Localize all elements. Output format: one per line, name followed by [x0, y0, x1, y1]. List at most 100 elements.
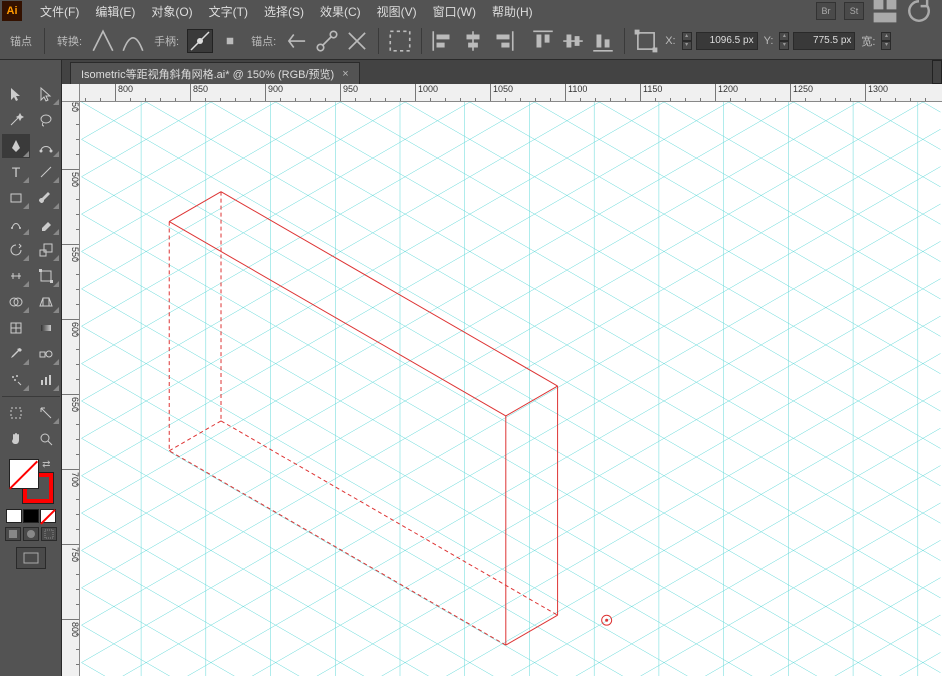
handle-hide-icon[interactable]	[217, 29, 243, 53]
symbol-sprayer-tool[interactable]	[2, 368, 30, 392]
remove-anchor-icon[interactable]	[284, 29, 310, 53]
cut-path-icon[interactable]	[344, 29, 370, 53]
tools-panel: T ⇄	[0, 60, 62, 676]
ruler-tick: 1000	[415, 84, 438, 102]
mesh-tool[interactable]	[2, 316, 30, 340]
artboard-tool[interactable]	[2, 401, 30, 425]
canvas-wrap: 7508008509009501000105011001150120012501…	[62, 84, 942, 676]
none-mode-icon[interactable]	[40, 509, 56, 523]
direct-selection-tool[interactable]	[32, 82, 60, 106]
connect-anchor-icon[interactable]	[314, 29, 340, 53]
y-label: Y:	[762, 35, 776, 47]
isolate-icon[interactable]	[387, 29, 413, 53]
menu-edit[interactable]: 编辑(E)	[87, 0, 143, 23]
ruler-tick: 1300	[865, 84, 888, 102]
ruler-tick: 1050	[490, 84, 513, 102]
w-stepper[interactable]: ▴▾	[881, 32, 891, 50]
menu-view[interactable]: 视图(V)	[369, 0, 425, 23]
convert-smooth-icon[interactable]	[120, 29, 146, 53]
x-stepper[interactable]: ▴▾	[682, 32, 692, 50]
align-bottom-icon[interactable]	[590, 29, 616, 53]
anchor2-label: 锚点:	[247, 33, 280, 49]
ruler-tick: 1150	[640, 84, 662, 102]
swap-fill-stroke-icon[interactable]: ⇄	[42, 459, 50, 470]
menu-window[interactable]: 窗口(W)	[425, 0, 484, 23]
eyedropper-tool[interactable]	[2, 342, 30, 366]
y-input[interactable]	[793, 32, 855, 50]
column-graph-tool[interactable]	[32, 368, 60, 392]
hand-tool[interactable]	[2, 427, 30, 451]
menu-object[interactable]: 对象(O)	[143, 0, 200, 23]
draw-behind-icon[interactable]	[23, 527, 39, 541]
gradient-tool[interactable]	[32, 316, 60, 340]
lasso-tool[interactable]	[32, 108, 60, 132]
x-label: X:	[663, 35, 677, 47]
menu-select[interactable]: 选择(S)	[256, 0, 312, 23]
menu-file[interactable]: 文件(F)	[32, 0, 87, 23]
eraser-tool[interactable]	[32, 212, 60, 236]
rotate-tool[interactable]	[2, 238, 30, 262]
ruler-horizontal[interactable]: 7508008509009501000105011001150120012501…	[80, 84, 942, 102]
line-segment-tool[interactable]	[32, 160, 60, 184]
x-input[interactable]	[696, 32, 758, 50]
shaper-tool[interactable]	[2, 212, 30, 236]
svg-text:T: T	[11, 164, 20, 180]
pen-tool[interactable]	[2, 134, 30, 158]
workspace: T ⇄ Isometric等距视角斜角网格.ai* @ 150	[0, 60, 942, 676]
control-bar: 锚点 转换: 手柄: 锚点: X: ▴▾ Y: ▴▾ 宽: ▴▾	[0, 22, 942, 60]
convert-label: 转换:	[53, 33, 86, 49]
align-left-icon[interactable]	[430, 29, 456, 53]
close-icon[interactable]: ×	[342, 68, 348, 80]
draw-inside-icon[interactable]	[41, 527, 57, 541]
menu-help[interactable]: 帮助(H)	[484, 0, 541, 23]
ruler-tick: 1250	[790, 84, 813, 102]
zoom-tool[interactable]	[32, 427, 60, 451]
blend-tool[interactable]	[32, 342, 60, 366]
perspective-grid-tool[interactable]	[32, 290, 60, 314]
stock-icon[interactable]: St	[844, 2, 864, 20]
ruler-vertical[interactable]: 450500550600650700750800	[62, 102, 80, 676]
align-vcenter-icon[interactable]	[560, 29, 586, 53]
document-tabs: Isometric等距视角斜角网格.ai* @ 150% (RGB/预览) ×	[62, 60, 942, 84]
selection-tool[interactable]	[2, 82, 30, 106]
document-tab-title: Isometric等距视角斜角网格.ai* @ 150% (RGB/预览)	[81, 66, 334, 82]
slice-tool[interactable]	[32, 401, 60, 425]
ruler-origin[interactable]	[62, 84, 80, 102]
app-logo: Ai	[2, 1, 22, 21]
gradient-mode-icon[interactable]	[23, 509, 39, 523]
align-hcenter-icon[interactable]	[460, 29, 486, 53]
bridge-icon[interactable]: Br	[816, 2, 836, 20]
screen-mode-icon[interactable]	[16, 547, 46, 569]
curvature-tool[interactable]	[32, 134, 60, 158]
free-transform-tool[interactable]	[32, 264, 60, 288]
sync-icon[interactable]	[906, 0, 932, 23]
canvas[interactable]	[80, 102, 942, 676]
ruler-tick: 1100	[565, 84, 587, 102]
handle-label: 手柄:	[150, 33, 183, 49]
menu-effect[interactable]: 效果(C)	[312, 0, 369, 23]
convert-corner-icon[interactable]	[90, 29, 116, 53]
ruler-tick: 1200	[715, 84, 738, 102]
arrange-documents-icon[interactable]	[872, 0, 898, 23]
draw-normal-icon[interactable]	[5, 527, 21, 541]
fill-stroke-control[interactable]: ⇄	[9, 459, 53, 503]
handle-show-icon[interactable]	[187, 29, 213, 53]
scale-tool[interactable]	[32, 238, 60, 262]
menu-type[interactable]: 文字(T)	[201, 0, 256, 23]
collapsed-panels-grip[interactable]	[932, 60, 942, 84]
fill-swatch[interactable]	[9, 459, 39, 489]
y-stepper[interactable]: ▴▾	[779, 32, 789, 50]
document-tab[interactable]: Isometric等距视角斜角网格.ai* @ 150% (RGB/预览) ×	[70, 62, 360, 84]
align-right-icon[interactable]	[490, 29, 516, 53]
rectangle-tool[interactable]	[2, 186, 30, 210]
width-tool[interactable]	[2, 264, 30, 288]
w-label: 宽:	[859, 33, 877, 49]
color-mode-icon[interactable]	[6, 509, 22, 523]
magic-wand-tool[interactable]	[2, 108, 30, 132]
type-tool[interactable]: T	[2, 160, 30, 184]
transform-icon[interactable]	[633, 29, 659, 53]
align-top-icon[interactable]	[530, 29, 556, 53]
shape-builder-tool[interactable]	[2, 290, 30, 314]
paintbrush-tool[interactable]	[32, 186, 60, 210]
document-area: Isometric等距视角斜角网格.ai* @ 150% (RGB/预览) × …	[62, 60, 942, 676]
